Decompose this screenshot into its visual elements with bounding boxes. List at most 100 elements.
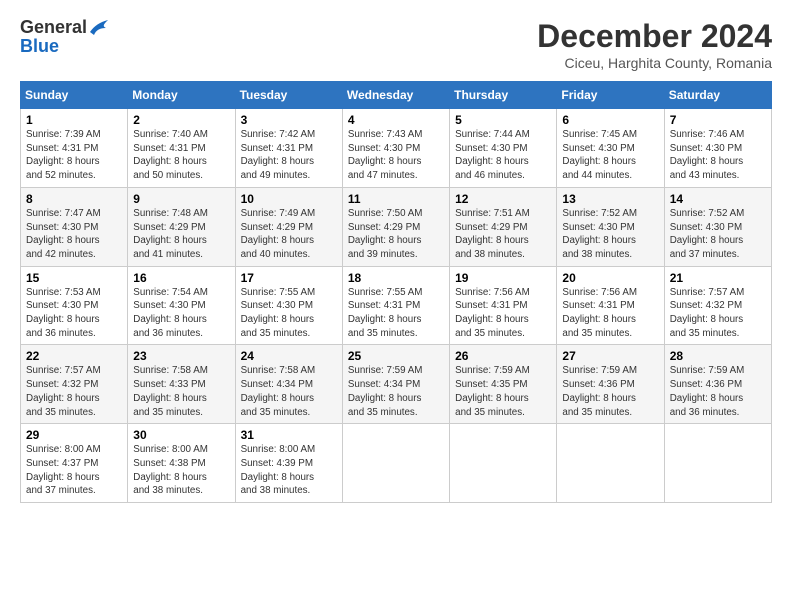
day-number: 3 — [241, 113, 338, 127]
day-number: 31 — [241, 428, 338, 442]
day-number: 30 — [133, 428, 230, 442]
day-cell: 23Sunrise: 7:58 AM Sunset: 4:33 PM Dayli… — [128, 345, 235, 424]
day-info: Sunrise: 7:59 AM Sunset: 4:35 PM Dayligh… — [455, 364, 552, 419]
day-number: 23 — [133, 349, 230, 363]
day-cell: 18Sunrise: 7:55 AM Sunset: 4:31 PM Dayli… — [342, 266, 449, 345]
day-cell: 14Sunrise: 7:52 AM Sunset: 4:30 PM Dayli… — [664, 187, 771, 266]
page: General Blue December 2024 Ciceu, Harghi… — [0, 0, 792, 513]
day-number: 11 — [348, 192, 445, 206]
day-info: Sunrise: 7:49 AM Sunset: 4:29 PM Dayligh… — [241, 207, 338, 262]
day-info: Sunrise: 7:39 AM Sunset: 4:31 PM Dayligh… — [26, 128, 123, 183]
day-number: 28 — [670, 349, 767, 363]
col-header-tuesday: Tuesday — [235, 82, 342, 109]
day-number: 8 — [26, 192, 123, 206]
day-info: Sunrise: 7:46 AM Sunset: 4:30 PM Dayligh… — [670, 128, 767, 183]
day-cell: 26Sunrise: 7:59 AM Sunset: 4:35 PM Dayli… — [450, 345, 557, 424]
col-header-saturday: Saturday — [664, 82, 771, 109]
col-header-thursday: Thursday — [450, 82, 557, 109]
day-number: 13 — [562, 192, 659, 206]
day-cell: 16Sunrise: 7:54 AM Sunset: 4:30 PM Dayli… — [128, 266, 235, 345]
day-cell: 6Sunrise: 7:45 AM Sunset: 4:30 PM Daylig… — [557, 109, 664, 188]
day-number: 25 — [348, 349, 445, 363]
day-info: Sunrise: 8:00 AM Sunset: 4:37 PM Dayligh… — [26, 443, 123, 498]
day-cell: 25Sunrise: 7:59 AM Sunset: 4:34 PM Dayli… — [342, 345, 449, 424]
day-cell: 1Sunrise: 7:39 AM Sunset: 4:31 PM Daylig… — [21, 109, 128, 188]
day-info: Sunrise: 7:44 AM Sunset: 4:30 PM Dayligh… — [455, 128, 552, 183]
col-header-friday: Friday — [557, 82, 664, 109]
day-info: Sunrise: 7:47 AM Sunset: 4:30 PM Dayligh… — [26, 207, 123, 262]
day-info: Sunrise: 7:53 AM Sunset: 4:30 PM Dayligh… — [26, 286, 123, 341]
day-info: Sunrise: 7:50 AM Sunset: 4:29 PM Dayligh… — [348, 207, 445, 262]
day-info: Sunrise: 7:59 AM Sunset: 4:34 PM Dayligh… — [348, 364, 445, 419]
day-info: Sunrise: 7:40 AM Sunset: 4:31 PM Dayligh… — [133, 128, 230, 183]
day-info: Sunrise: 8:00 AM Sunset: 4:38 PM Dayligh… — [133, 443, 230, 498]
calendar-table: SundayMondayTuesdayWednesdayThursdayFrid… — [20, 81, 772, 503]
day-number: 14 — [670, 192, 767, 206]
day-number: 9 — [133, 192, 230, 206]
day-info: Sunrise: 7:43 AM Sunset: 4:30 PM Dayligh… — [348, 128, 445, 183]
day-info: Sunrise: 7:51 AM Sunset: 4:29 PM Dayligh… — [455, 207, 552, 262]
col-header-sunday: Sunday — [21, 82, 128, 109]
col-header-monday: Monday — [128, 82, 235, 109]
day-cell: 28Sunrise: 7:59 AM Sunset: 4:36 PM Dayli… — [664, 345, 771, 424]
day-cell: 4Sunrise: 7:43 AM Sunset: 4:30 PM Daylig… — [342, 109, 449, 188]
day-cell: 5Sunrise: 7:44 AM Sunset: 4:30 PM Daylig… — [450, 109, 557, 188]
day-number: 19 — [455, 271, 552, 285]
logo-bird-icon — [88, 18, 110, 36]
day-info: Sunrise: 7:58 AM Sunset: 4:34 PM Dayligh… — [241, 364, 338, 419]
day-number: 26 — [455, 349, 552, 363]
week-row-4: 22Sunrise: 7:57 AM Sunset: 4:32 PM Dayli… — [21, 345, 772, 424]
day-cell: 30Sunrise: 8:00 AM Sunset: 4:38 PM Dayli… — [128, 424, 235, 503]
day-cell: 11Sunrise: 7:50 AM Sunset: 4:29 PM Dayli… — [342, 187, 449, 266]
day-number: 29 — [26, 428, 123, 442]
day-number: 7 — [670, 113, 767, 127]
day-number: 27 — [562, 349, 659, 363]
day-number: 20 — [562, 271, 659, 285]
day-cell — [342, 424, 449, 503]
day-cell: 2Sunrise: 7:40 AM Sunset: 4:31 PM Daylig… — [128, 109, 235, 188]
day-cell: 20Sunrise: 7:56 AM Sunset: 4:31 PM Dayli… — [557, 266, 664, 345]
day-cell: 9Sunrise: 7:48 AM Sunset: 4:29 PM Daylig… — [128, 187, 235, 266]
day-cell: 22Sunrise: 7:57 AM Sunset: 4:32 PM Dayli… — [21, 345, 128, 424]
logo: General Blue — [20, 18, 110, 57]
day-info: Sunrise: 7:42 AM Sunset: 4:31 PM Dayligh… — [241, 128, 338, 183]
week-row-3: 15Sunrise: 7:53 AM Sunset: 4:30 PM Dayli… — [21, 266, 772, 345]
day-info: Sunrise: 8:00 AM Sunset: 4:39 PM Dayligh… — [241, 443, 338, 498]
day-cell: 31Sunrise: 8:00 AM Sunset: 4:39 PM Dayli… — [235, 424, 342, 503]
day-cell: 15Sunrise: 7:53 AM Sunset: 4:30 PM Dayli… — [21, 266, 128, 345]
day-number: 6 — [562, 113, 659, 127]
day-cell: 8Sunrise: 7:47 AM Sunset: 4:30 PM Daylig… — [21, 187, 128, 266]
title-block: December 2024 Ciceu, Harghita County, Ro… — [537, 18, 772, 71]
day-number: 5 — [455, 113, 552, 127]
day-info: Sunrise: 7:56 AM Sunset: 4:31 PM Dayligh… — [562, 286, 659, 341]
day-cell: 24Sunrise: 7:58 AM Sunset: 4:34 PM Dayli… — [235, 345, 342, 424]
day-number: 21 — [670, 271, 767, 285]
day-number: 2 — [133, 113, 230, 127]
day-number: 16 — [133, 271, 230, 285]
day-cell: 10Sunrise: 7:49 AM Sunset: 4:29 PM Dayli… — [235, 187, 342, 266]
day-info: Sunrise: 7:59 AM Sunset: 4:36 PM Dayligh… — [670, 364, 767, 419]
day-info: Sunrise: 7:55 AM Sunset: 4:31 PM Dayligh… — [348, 286, 445, 341]
day-cell: 27Sunrise: 7:59 AM Sunset: 4:36 PM Dayli… — [557, 345, 664, 424]
day-number: 17 — [241, 271, 338, 285]
day-cell — [450, 424, 557, 503]
day-info: Sunrise: 7:58 AM Sunset: 4:33 PM Dayligh… — [133, 364, 230, 419]
day-cell: 7Sunrise: 7:46 AM Sunset: 4:30 PM Daylig… — [664, 109, 771, 188]
day-info: Sunrise: 7:48 AM Sunset: 4:29 PM Dayligh… — [133, 207, 230, 262]
day-cell: 12Sunrise: 7:51 AM Sunset: 4:29 PM Dayli… — [450, 187, 557, 266]
week-row-2: 8Sunrise: 7:47 AM Sunset: 4:30 PM Daylig… — [21, 187, 772, 266]
day-number: 24 — [241, 349, 338, 363]
day-info: Sunrise: 7:56 AM Sunset: 4:31 PM Dayligh… — [455, 286, 552, 341]
day-info: Sunrise: 7:52 AM Sunset: 4:30 PM Dayligh… — [562, 207, 659, 262]
day-number: 1 — [26, 113, 123, 127]
day-info: Sunrise: 7:52 AM Sunset: 4:30 PM Dayligh… — [670, 207, 767, 262]
day-info: Sunrise: 7:45 AM Sunset: 4:30 PM Dayligh… — [562, 128, 659, 183]
day-number: 22 — [26, 349, 123, 363]
day-number: 4 — [348, 113, 445, 127]
day-info: Sunrise: 7:59 AM Sunset: 4:36 PM Dayligh… — [562, 364, 659, 419]
header-row: SundayMondayTuesdayWednesdayThursdayFrid… — [21, 82, 772, 109]
day-info: Sunrise: 7:57 AM Sunset: 4:32 PM Dayligh… — [670, 286, 767, 341]
day-number: 10 — [241, 192, 338, 206]
day-cell: 29Sunrise: 8:00 AM Sunset: 4:37 PM Dayli… — [21, 424, 128, 503]
week-row-1: 1Sunrise: 7:39 AM Sunset: 4:31 PM Daylig… — [21, 109, 772, 188]
